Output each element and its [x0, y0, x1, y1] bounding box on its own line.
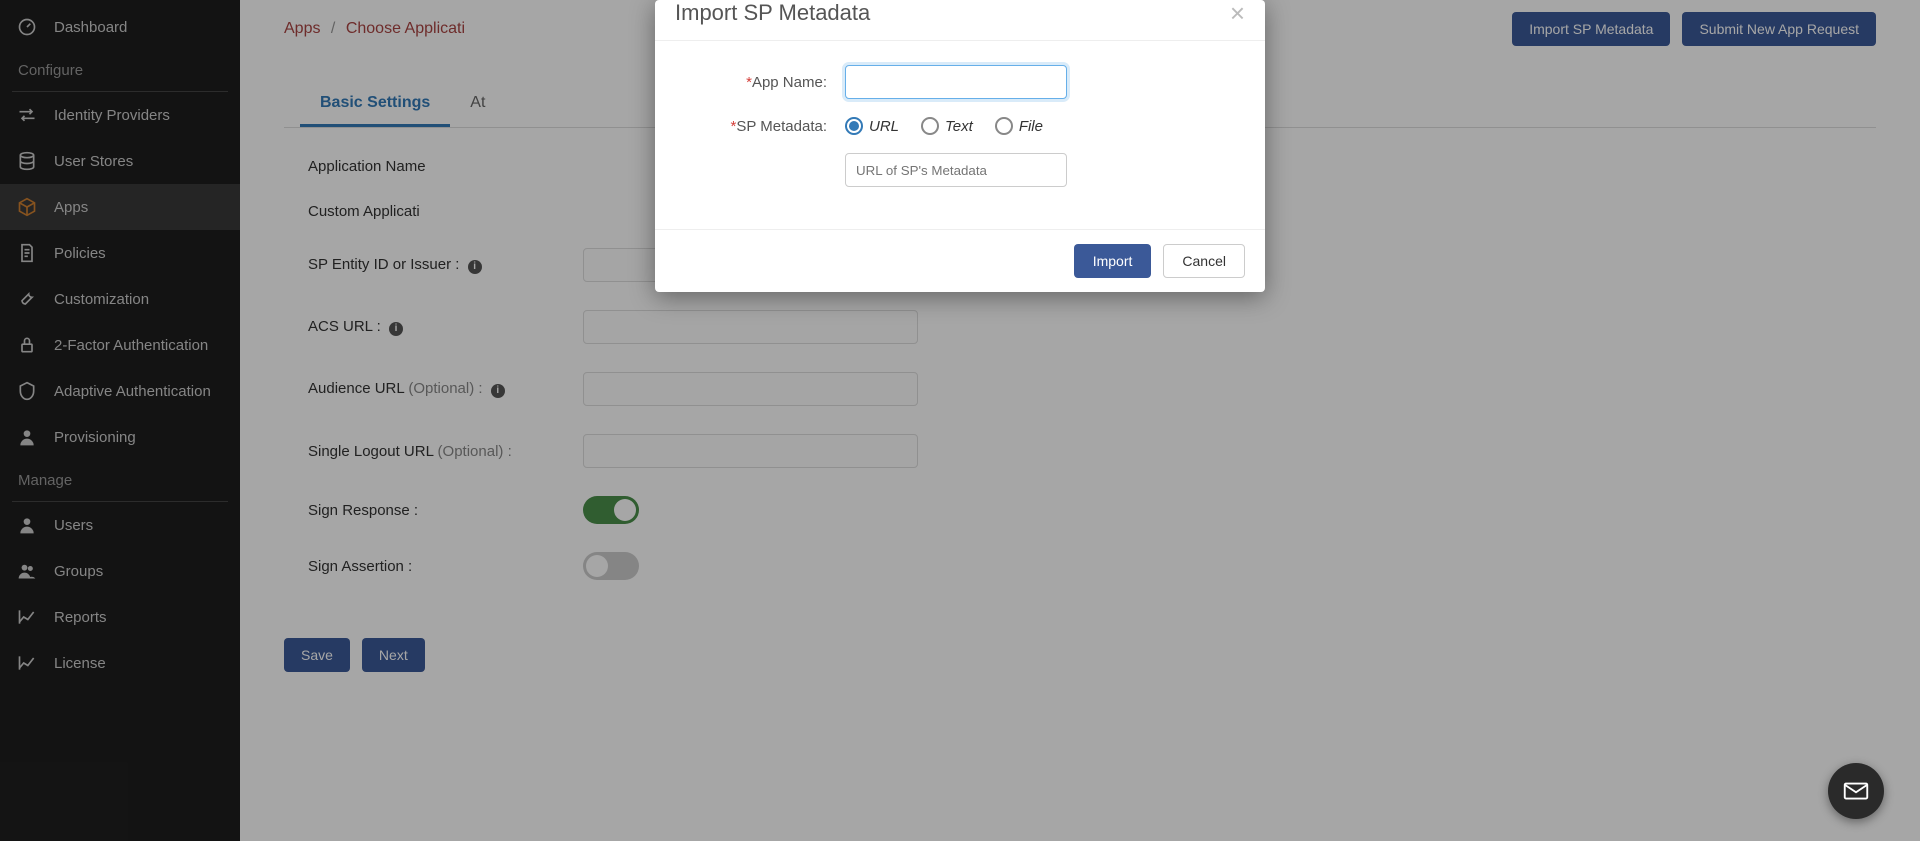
sp-metadata-radio-group: URL Text File	[845, 117, 1043, 135]
radio-url[interactable]: URL	[845, 117, 899, 135]
mail-icon	[1841, 776, 1871, 806]
contact-mail-button[interactable]	[1828, 763, 1884, 819]
cancel-button[interactable]: Cancel	[1163, 244, 1245, 278]
modal-title: Import SP Metadata	[675, 0, 870, 26]
radio-icon	[845, 117, 863, 135]
radio-icon	[995, 117, 1013, 135]
import-button[interactable]: Import	[1074, 244, 1152, 278]
radio-file[interactable]: File	[995, 117, 1043, 135]
label-app-name: *App Name:	[675, 74, 845, 91]
radio-icon	[921, 117, 939, 135]
label-sp-metadata: *SP Metadata:	[675, 118, 845, 135]
app-name-input[interactable]	[845, 65, 1067, 99]
metadata-url-input[interactable]	[845, 153, 1067, 187]
close-icon[interactable]: ×	[1230, 0, 1245, 26]
import-sp-metadata-modal: Import SP Metadata × *App Name: *SP Meta…	[655, 0, 1265, 292]
radio-text[interactable]: Text	[921, 117, 973, 135]
